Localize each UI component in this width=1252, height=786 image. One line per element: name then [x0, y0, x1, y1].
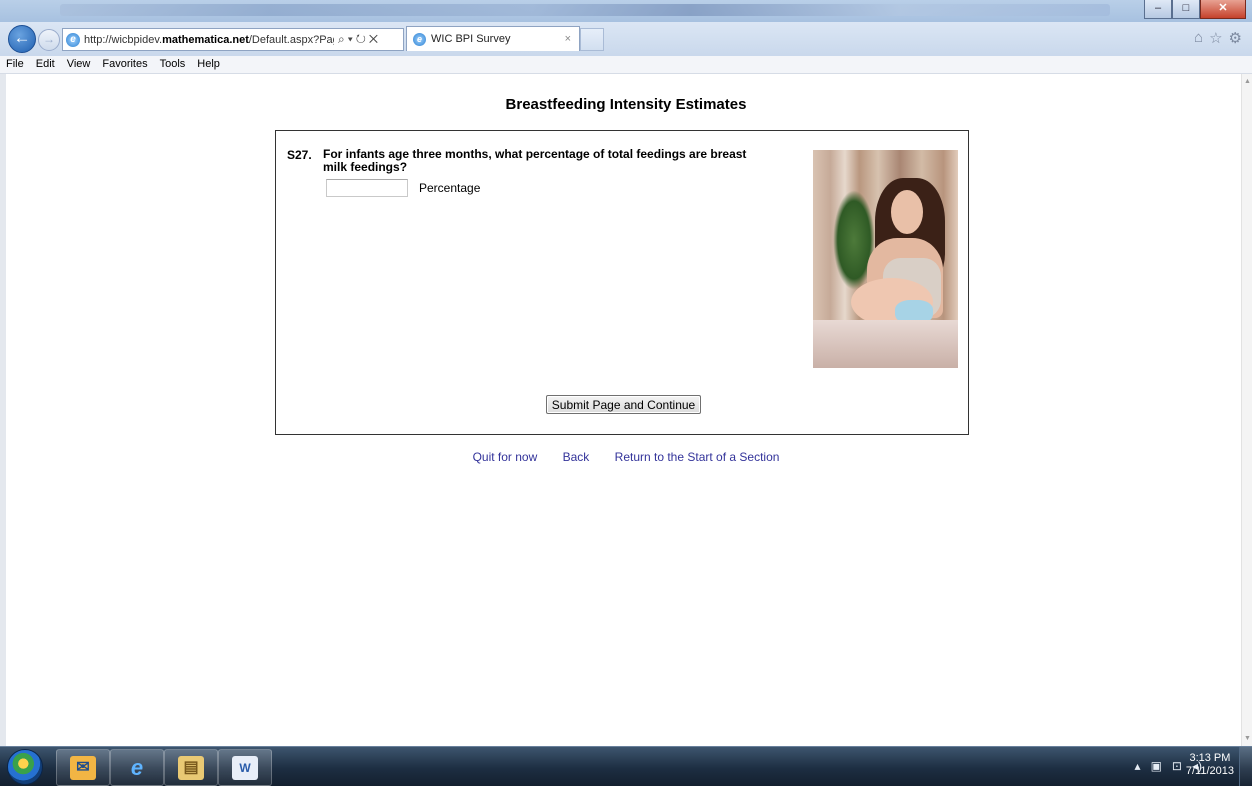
- start-button[interactable]: [7, 749, 43, 785]
- show-desktop-button[interactable]: [1239, 747, 1252, 786]
- url-prefix: http://wicbpidev.: [84, 33, 163, 46]
- tab-title: WIC BPI Survey: [431, 33, 511, 45]
- window-controls: – □ ✕: [1144, 0, 1246, 19]
- favorites-star-icon[interactable]: ☆: [1209, 29, 1222, 47]
- percentage-label: Percentage: [419, 181, 481, 195]
- url-suffix: /Default.aspx?Page=: [248, 33, 334, 46]
- navigation-links: Quit for now Back Return to the Start of…: [0, 450, 1252, 464]
- new-tab-button[interactable]: [580, 28, 604, 51]
- menu-help[interactable]: Help: [191, 56, 226, 73]
- clock-date: 7/11/2013: [1185, 765, 1234, 777]
- menu-favorites[interactable]: Favorites: [96, 56, 153, 73]
- menu-edit[interactable]: Edit: [30, 56, 61, 73]
- window-title-bar: – □ ✕: [0, 0, 1252, 22]
- vertical-scrollbar[interactable]: ▲ ▼: [1241, 74, 1252, 746]
- back-arrow-icon[interactable]: ←: [8, 25, 36, 53]
- file-explorer-icon: ▤: [178, 755, 204, 780]
- search-refresh-stop-icons[interactable]: ⌕▾↻✕: [338, 32, 381, 47]
- url-domain: mathematica.net: [162, 33, 249, 46]
- taskbar-internet-explorer[interactable]: e: [110, 749, 164, 786]
- internet-explorer-icon: e: [130, 754, 144, 780]
- home-icon[interactable]: ⌂: [1194, 29, 1203, 47]
- address-url[interactable]: http://wicbpidev.mathematica.net/Default…: [84, 34, 334, 46]
- browser-navigation-bar: ← → e http://wicbpidev.mathematica.net/D…: [0, 22, 1252, 57]
- return-start-link[interactable]: Return to the Start of a Section: [615, 450, 780, 464]
- photo-face: [891, 190, 923, 234]
- back-link[interactable]: Back: [563, 450, 590, 464]
- forward-arrow-icon[interactable]: →: [38, 29, 60, 51]
- menu-tools[interactable]: Tools: [154, 56, 192, 73]
- quit-link[interactable]: Quit for now: [473, 450, 538, 464]
- windows-taskbar: ✉ e ▤ W ▴ ▣ ⊡ ◂) 3:13 PM 7/11/2013: [0, 746, 1252, 786]
- page-title: Breastfeeding Intensity Estimates: [505, 96, 747, 113]
- blurred-taskbar-previews: [60, 4, 1110, 16]
- taskbar-word[interactable]: W: [218, 749, 272, 786]
- toolbar-right-icons: ⌂ ☆ ⚙: [1194, 29, 1242, 47]
- show-hidden-icons-icon[interactable]: ▴: [1135, 759, 1141, 773]
- gear-icon[interactable]: ⚙: [1229, 29, 1242, 47]
- clock-time: 3:13 PM: [1189, 752, 1231, 764]
- question-number: S27.: [287, 148, 312, 162]
- outlook-icon: ✉: [70, 755, 96, 780]
- ie-tab-icon: e: [413, 32, 426, 46]
- scroll-down-icon[interactable]: ▼: [1244, 735, 1251, 742]
- scroll-up-icon[interactable]: ▲: [1244, 78, 1251, 85]
- network-icon[interactable]: ⊡: [1172, 759, 1182, 773]
- taskbar-outlook[interactable]: ✉: [56, 749, 110, 786]
- device-icon[interactable]: ▣: [1151, 759, 1162, 773]
- tab-close-icon[interactable]: ×: [565, 33, 571, 45]
- minimize-button[interactable]: –: [1144, 0, 1172, 19]
- question-panel: S27. For infants age three months, what …: [275, 130, 969, 435]
- taskbar-file-explorer[interactable]: ▤: [164, 749, 218, 786]
- mother-breastfeeding-photo: [813, 150, 958, 368]
- close-window-button[interactable]: ✕: [1200, 0, 1246, 19]
- word-icon: W: [232, 755, 258, 780]
- maximize-button[interactable]: □: [1172, 0, 1200, 19]
- ie-page-icon: e: [66, 32, 80, 47]
- system-clock[interactable]: 3:13 PM 7/11/2013: [1186, 752, 1234, 778]
- menu-view[interactable]: View: [61, 56, 97, 73]
- percentage-input[interactable]: [326, 179, 408, 197]
- menu-file[interactable]: File: [0, 56, 30, 73]
- menu-bar: File Edit View Favorites Tools Help: [0, 56, 1252, 74]
- submit-page-button[interactable]: Submit Page and Continue: [546, 395, 701, 414]
- photo-blanket: [813, 320, 958, 368]
- browser-tab[interactable]: e WIC BPI Survey ×: [406, 26, 580, 51]
- question-text: For infants age three months, what perce…: [323, 147, 747, 174]
- address-bar[interactable]: e http://wicbpidev.mathematica.net/Defau…: [62, 28, 404, 51]
